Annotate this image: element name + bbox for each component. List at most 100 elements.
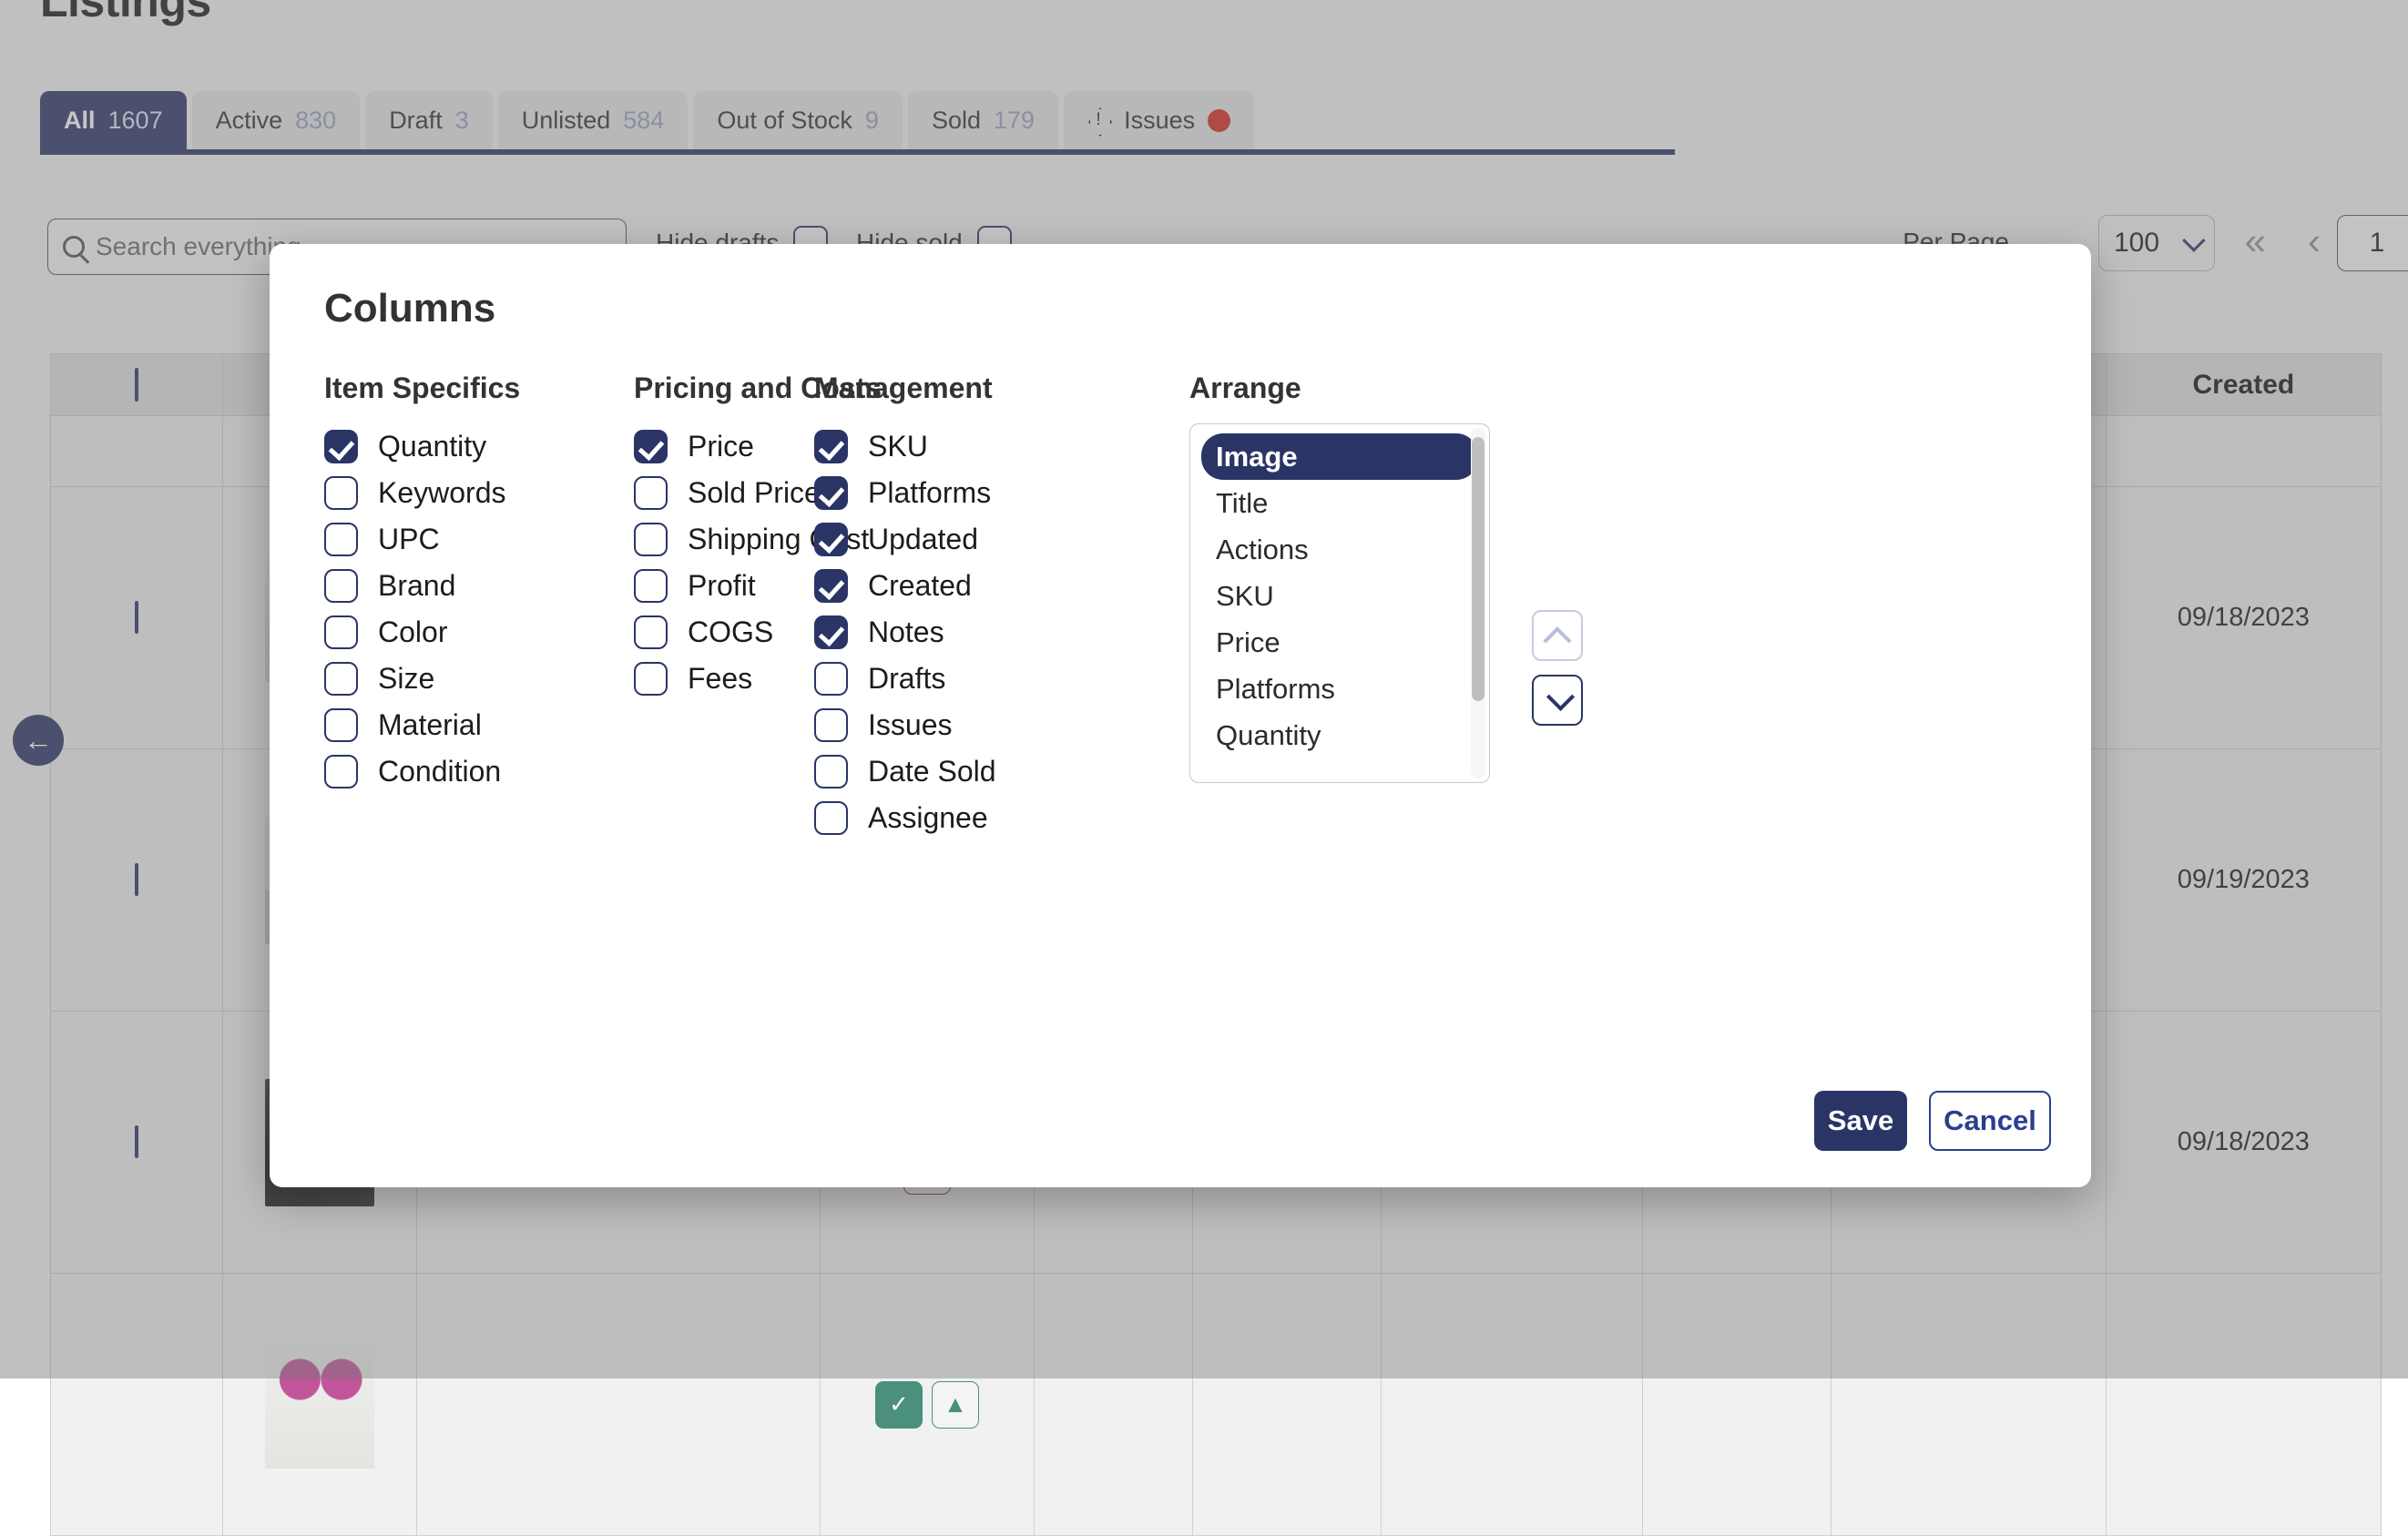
- checkbox-fees[interactable]: [634, 662, 668, 696]
- listing-thumbnail: [265, 1341, 374, 1469]
- checkbox-label: Condition: [378, 755, 501, 788]
- checkbox-label: Sold Price: [688, 476, 821, 510]
- checkbox-row-color[interactable]: Color: [324, 609, 520, 656]
- checkbox-drafts[interactable]: [814, 662, 848, 696]
- tab-unlisted[interactable]: Unlisted584: [498, 91, 689, 149]
- arrange-listbox[interactable]: Image Title Actions SKU Price Platforms …: [1189, 423, 1490, 783]
- row-checkbox[interactable]: [135, 863, 138, 896]
- checkbox-shipping-cost[interactable]: [634, 523, 668, 556]
- row-title-cell[interactable]: [417, 1274, 820, 1536]
- checkbox-platforms[interactable]: [814, 476, 848, 510]
- checkbox-row-issues[interactable]: Issues: [814, 702, 996, 748]
- column-group-arrange: Arrange Image Title Actions SKU Price Pl…: [1189, 371, 1490, 783]
- checkbox-date-sold[interactable]: [814, 755, 848, 788]
- checkbox-label: Quantity: [378, 430, 486, 463]
- checkbox-row-updated[interactable]: Updated: [814, 516, 996, 563]
- checkbox-row-condition[interactable]: Condition: [324, 748, 520, 795]
- checkbox-quantity[interactable]: [324, 430, 358, 463]
- arrange-scrollbar-thumb[interactable]: [1472, 437, 1485, 701]
- checkbox-row-brand[interactable]: Brand: [324, 563, 520, 609]
- tab-out-of-stock[interactable]: Out of Stock9: [693, 91, 903, 149]
- checkbox-created[interactable]: [814, 569, 848, 603]
- checkbox-notes[interactable]: [814, 615, 848, 649]
- tab-label: All: [64, 107, 96, 135]
- select-all-header[interactable]: [51, 354, 223, 416]
- checkbox-price[interactable]: [634, 430, 668, 463]
- checkbox-sold-price[interactable]: [634, 476, 668, 510]
- checkbox-upc[interactable]: [324, 523, 358, 556]
- arrow-left-icon[interactable]: ←: [13, 715, 64, 766]
- select-all-checkbox[interactable]: [135, 368, 138, 402]
- checkbox-label: Material: [378, 708, 482, 742]
- pager-page-input[interactable]: 1: [2337, 215, 2408, 271]
- checkbox-brand[interactable]: [324, 569, 358, 603]
- checkbox-assignee[interactable]: [814, 801, 848, 835]
- row-created-cell: 09/18/2023: [2106, 1012, 2381, 1274]
- pager-first-button[interactable]: «: [2245, 222, 2266, 260]
- checkbox-row-sku[interactable]: SKU: [814, 423, 996, 470]
- arrange-item-quantity[interactable]: Quantity: [1201, 712, 1478, 758]
- tab-label: Unlisted: [522, 107, 611, 135]
- table-row[interactable]: ✓ ▲: [51, 1274, 2382, 1536]
- header-created[interactable]: Created: [2106, 354, 2381, 416]
- checkbox-row-date-sold[interactable]: Date Sold: [814, 748, 996, 795]
- arrange-item-sku[interactable]: SKU: [1201, 573, 1478, 619]
- checkbox-sku[interactable]: [814, 430, 848, 463]
- row-checkbox[interactable]: [135, 601, 138, 634]
- status-tabs: All1607Active830Draft3Unlisted584Out of …: [40, 91, 1675, 155]
- checkbox-row-size[interactable]: Size: [324, 656, 520, 702]
- checkbox-keywords[interactable]: [324, 476, 358, 510]
- tab-sold[interactable]: Sold179: [908, 91, 1058, 149]
- publish-icon[interactable]: ✓: [875, 1381, 923, 1429]
- checkbox-cogs[interactable]: [634, 615, 668, 649]
- row-select-cell[interactable]: [51, 1012, 223, 1274]
- tab-active[interactable]: Active830: [192, 91, 361, 149]
- row-checkbox[interactable]: [135, 1125, 138, 1158]
- checkbox-row-quantity[interactable]: Quantity: [324, 423, 520, 470]
- checkbox-row-created[interactable]: Created: [814, 563, 996, 609]
- arrange-scrollbar[interactable]: [1471, 428, 1485, 778]
- per-page-select[interactable]: 100: [2098, 215, 2215, 271]
- save-button[interactable]: Save: [1814, 1091, 1907, 1151]
- issues-alert-dot: [1208, 109, 1230, 132]
- checkbox-updated[interactable]: [814, 523, 848, 556]
- checkbox-row-notes[interactable]: Notes: [814, 609, 996, 656]
- checkbox-label: Drafts: [868, 662, 945, 696]
- modal-footer: Save Cancel: [1814, 1091, 2051, 1151]
- arrange-item-title[interactable]: Title: [1201, 480, 1478, 526]
- group-heading: Management: [814, 371, 996, 405]
- tab-label: Issues: [1124, 107, 1195, 135]
- checkbox-row-keywords[interactable]: Keywords: [324, 470, 520, 516]
- checkbox-color[interactable]: [324, 615, 358, 649]
- move-up-button[interactable]: [1532, 610, 1583, 661]
- move-down-button[interactable]: [1532, 675, 1583, 726]
- arrange-item-actions[interactable]: Actions: [1201, 526, 1478, 573]
- tab-count: 179: [994, 107, 1035, 135]
- tab-draft[interactable]: Draft3: [365, 91, 493, 149]
- arrange-item-platforms[interactable]: Platforms: [1201, 666, 1478, 712]
- row-sku-cell: [1643, 1274, 1831, 1536]
- checkbox-row-platforms[interactable]: Platforms: [814, 470, 996, 516]
- tab-label: Active: [216, 107, 283, 135]
- checkbox-profit[interactable]: [634, 569, 668, 603]
- cancel-button[interactable]: Cancel: [1929, 1091, 2051, 1151]
- row-select-cell[interactable]: [51, 749, 223, 1012]
- arrange-item-price[interactable]: Price: [1201, 619, 1478, 666]
- checkbox-row-material[interactable]: Material: [324, 702, 520, 748]
- checkbox-size[interactable]: [324, 662, 358, 696]
- tab-issues[interactable]: Issues: [1064, 91, 1254, 149]
- checkbox-condition[interactable]: [324, 755, 358, 788]
- tab-all[interactable]: All1607: [40, 91, 187, 149]
- checkbox-label: Fees: [688, 662, 752, 696]
- checkbox-row-upc[interactable]: UPC: [324, 516, 520, 563]
- row-select-cell[interactable]: [51, 1274, 223, 1536]
- modal-title: Columns: [324, 286, 495, 331]
- checkbox-material[interactable]: [324, 708, 358, 742]
- relist-icon[interactable]: ▲: [932, 1381, 979, 1429]
- checkbox-issues[interactable]: [814, 708, 848, 742]
- checkbox-row-drafts[interactable]: Drafts: [814, 656, 996, 702]
- checkbox-row-assignee[interactable]: Assignee: [814, 795, 996, 841]
- arrange-item-image[interactable]: Image: [1201, 433, 1478, 480]
- pager-prev-button[interactable]: ‹: [2308, 222, 2321, 260]
- row-select-cell[interactable]: [51, 487, 223, 749]
